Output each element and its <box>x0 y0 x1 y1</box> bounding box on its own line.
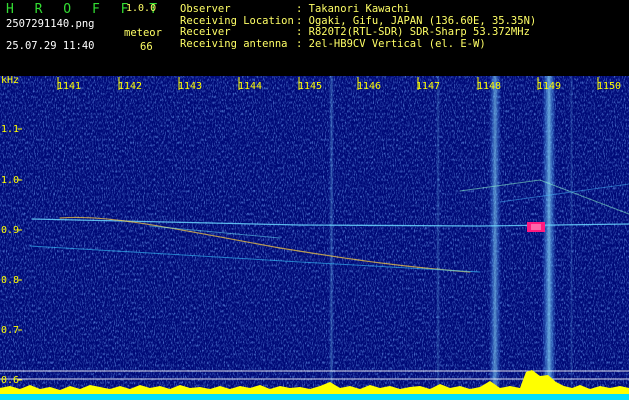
y-tick-label: 0.6 <box>1 375 19 386</box>
app-version: 1.0.0 <box>126 3 157 14</box>
info-row-observer: Observer : Takanori Kawachi <box>180 3 536 16</box>
x-tick-label: 1150 <box>597 81 621 92</box>
header-panel: H R O F F T 1.0.0 2507291140.png 25.07.2… <box>0 0 629 76</box>
y-tick-label: 0.9 <box>1 225 19 236</box>
station-info: Observer: Takanori Kawachi Receiving Loc… <box>180 3 536 51</box>
x-tick-label: 1146 <box>357 81 381 92</box>
info-key: Receiving antenna <box>180 38 288 51</box>
y-axis-unit: kHz <box>1 76 19 86</box>
x-tick-label: 1149 <box>537 81 561 92</box>
filename-label: 2507291140.png <box>6 18 95 30</box>
y-tick-label: 1.0 <box>1 175 19 186</box>
x-tick-label: 1148 <box>477 81 501 92</box>
noise-texture <box>0 76 629 400</box>
meteor-echo-core <box>531 224 541 230</box>
baseline-bar <box>0 394 629 400</box>
info-value: : 2el-HB9CV Vertical (el. E-W) <box>296 38 486 51</box>
meteor-count: 66 <box>140 41 153 53</box>
info-row-antenna: Receiving antenna : 2el-HB9CV Vertical (e… <box>180 38 536 51</box>
x-tick-label: 1144 <box>238 81 262 92</box>
x-tick-label: 1141 <box>57 81 81 92</box>
datetime-label: 25.07.29 11:40 <box>6 40 95 52</box>
meteor-label: meteor <box>124 27 162 39</box>
x-tick-label: 1145 <box>298 81 322 92</box>
x-tick-label: 1142 <box>118 81 142 92</box>
y-tick-label: 1.1 <box>1 124 19 135</box>
y-tick-label: 0.7 <box>1 325 19 336</box>
x-tick-label: 1147 <box>416 81 440 92</box>
spectrogram: kHz 1.1 1.0 0.9 0.8 0.7 0.6 1141 1142 11… <box>0 76 629 400</box>
info-key: Observer <box>180 3 231 15</box>
y-tick-label: 0.8 <box>1 275 19 286</box>
x-tick-label: 1143 <box>178 81 202 92</box>
info-value: : Takanori Kawachi <box>296 3 410 15</box>
